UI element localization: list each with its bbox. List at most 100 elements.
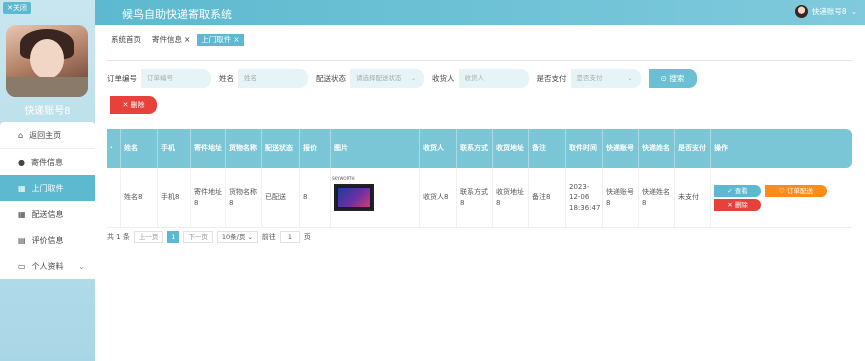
- sidebar-item-pickup[interactable]: ▦ 上门取件: [0, 175, 95, 201]
- search-button[interactable]: ⊙ 搜索: [648, 68, 697, 88]
- column-header: 快递账号: [603, 129, 639, 168]
- app-title: 候鸟自助快递寄取系统: [122, 8, 232, 21]
- chevron-down-icon: ⌄: [410, 74, 416, 82]
- select-all-checkbox[interactable]: ·: [107, 129, 121, 168]
- goto-label: 前往: [261, 233, 276, 241]
- cell-paid: 未支付: [675, 168, 711, 227]
- bulk-delete-button[interactable]: ✕ 删除: [110, 96, 157, 114]
- avatar: [6, 25, 88, 97]
- name-label: 姓名: [219, 73, 234, 83]
- page-size-select[interactable]: 10条/页 ⌄: [216, 231, 258, 243]
- user-icon: ●: [18, 157, 25, 167]
- close-icon[interactable]: ×: [233, 35, 239, 44]
- column-header: 是否支付: [675, 129, 711, 168]
- chevron-down-icon: ⌄: [627, 74, 633, 82]
- pickup-table: · 姓名 手机 寄件地址 货物名称 配送状态 报价 图片 收货人 联系方式 收货…: [107, 129, 852, 228]
- goto-page-input[interactable]: 1: [279, 231, 300, 243]
- cell-remark: 备注8: [529, 168, 566, 227]
- cell-image[interactable]: SKYWORTH: [331, 168, 420, 227]
- recipient-label: 收货人: [432, 73, 455, 83]
- tab-send-info[interactable]: 寄件信息 ×: [148, 34, 194, 46]
- order-no-input[interactable]: 订单编号: [141, 68, 211, 88]
- sidebar-item-review[interactable]: ▤ 评价信息: [0, 227, 95, 253]
- sidebar-item-label: 返回主页: [29, 130, 62, 140]
- cell-recv-address: 收货地址8: [493, 168, 529, 227]
- header: 候鸟自助快递寄取系统 快递账号8 ⌄: [95, 0, 865, 25]
- column-header: 快递姓名: [639, 129, 675, 168]
- view-button[interactable]: ✓ 查看: [714, 184, 761, 197]
- tab-home[interactable]: 系统首页: [107, 34, 145, 46]
- pagination: 共 1 条 上一页 1 下一页 10条/页 ⌄ 前往 1 页: [107, 231, 311, 243]
- cell-courier-account: 快递账号8: [603, 168, 639, 227]
- chevron-down-icon: ⌄: [247, 233, 253, 241]
- name-input[interactable]: 姓名: [238, 68, 308, 88]
- sidebar-item-label: 评价信息: [31, 235, 64, 245]
- row-checkbox[interactable]: [107, 168, 121, 227]
- sidebar: ✕关闭 快递账号8 ⌂ 返回主页 ● 寄件信息 ▦ 上门取件 ▦ 配送信息 ▤ …: [0, 0, 95, 361]
- column-header: 收货人: [420, 129, 457, 168]
- heart-icon: ♡: [779, 186, 787, 195]
- table-row[interactable]: 姓名8 手机8 寄件地址8 货物名称8 已配送 8 SKYWORTH 收货人8 …: [107, 168, 852, 228]
- tv-brand: SKYWORTH: [332, 176, 355, 181]
- user-label: 快递账号8: [811, 7, 847, 16]
- goods-image[interactable]: [334, 184, 374, 211]
- close-icon[interactable]: ×: [184, 35, 190, 44]
- cell-name: 姓名8: [121, 168, 158, 227]
- column-header: 备注: [529, 129, 566, 168]
- filter-bar: 订单编号 订单编号 姓名 姓名 配送状态 请选择配送状态 ⌄ 收货人 收货人 是否…: [107, 68, 857, 88]
- grid-icon: ▦: [18, 209, 26, 219]
- cell-price: 8: [300, 168, 331, 227]
- account-name: 快递账号8: [24, 106, 71, 117]
- status-select[interactable]: 请选择配送状态 ⌄: [350, 68, 424, 88]
- pager-total: 共 1 条: [107, 233, 130, 241]
- row-delete-button[interactable]: ✕ 删除: [714, 198, 761, 211]
- sidebar-menu: ⌂ 返回主页 ● 寄件信息 ▦ 上门取件 ▦ 配送信息 ▤ 评价信息 ▭ 个人资…: [0, 122, 95, 279]
- sidebar-item-home[interactable]: ⌂ 返回主页: [0, 122, 95, 148]
- status-label: 配送状态: [316, 73, 346, 83]
- paid-label: 是否支付: [536, 73, 567, 83]
- column-header: 报价: [300, 129, 331, 168]
- paid-select[interactable]: 是否支付 ⌄: [570, 68, 641, 88]
- table-header: · 姓名 手机 寄件地址 货物名称 配送状态 报价 图片 收货人 联系方式 收货…: [107, 129, 852, 168]
- cell-phone: 手机8: [158, 168, 191, 227]
- column-header: 手机: [158, 129, 191, 168]
- home-icon: ⌂: [18, 130, 24, 140]
- cell-goods: 货物名称8: [226, 168, 262, 227]
- cell-send-address: 寄件地址8: [191, 168, 226, 227]
- sidebar-item-label: 上门取件: [31, 183, 64, 193]
- tab-pickup[interactable]: 上门取件 ×: [197, 34, 244, 46]
- column-header: 联系方式: [457, 129, 493, 168]
- chevron-down-icon: ⌄: [78, 261, 85, 271]
- order-no-label: 订单编号: [107, 73, 137, 83]
- user-avatar: [794, 5, 808, 18]
- sidebar-item-label: 个人资料: [31, 261, 64, 271]
- cell-recipient: 收货人8: [420, 168, 457, 227]
- cell-courier-name: 快递姓名8: [639, 168, 675, 227]
- sidebar-item-delivery[interactable]: ▦ 配送信息: [0, 201, 95, 227]
- sidebar-item-send-info[interactable]: ● 寄件信息: [0, 149, 95, 175]
- user-menu[interactable]: 快递账号8 ⌄: [794, 5, 857, 18]
- recipient-input[interactable]: 收货人: [458, 68, 529, 88]
- deliver-button[interactable]: ♡ 订单配送: [765, 184, 827, 197]
- page-number[interactable]: 1: [167, 231, 180, 243]
- column-header: 寄件地址: [191, 129, 226, 168]
- prev-page-button[interactable]: 上一页: [133, 231, 164, 243]
- chevron-down-icon: ⌄: [850, 7, 857, 16]
- column-header: 取件时间: [566, 129, 603, 168]
- next-page-button[interactable]: 下一页: [183, 231, 213, 243]
- column-header: 货物名称: [226, 129, 262, 168]
- grid-icon: ▦: [18, 183, 26, 193]
- check-icon: ✓: [727, 186, 735, 195]
- column-header: 配送状态: [262, 129, 300, 168]
- column-header: 图片: [331, 129, 420, 168]
- close-button[interactable]: ✕关闭: [3, 2, 31, 14]
- column-header: 操作: [714, 143, 728, 152]
- page-suffix: 页: [303, 233, 311, 241]
- cell-contact: 联系方式8: [457, 168, 493, 227]
- cell-status: 已配送: [262, 168, 300, 227]
- sidebar-item-profile[interactable]: ▭ 个人资料 ⌄: [0, 253, 95, 279]
- column-header: 姓名: [121, 129, 158, 168]
- column-header: 收货地址: [493, 129, 529, 168]
- close-icon: ✕: [727, 200, 735, 209]
- close-icon: ✕: [122, 101, 131, 109]
